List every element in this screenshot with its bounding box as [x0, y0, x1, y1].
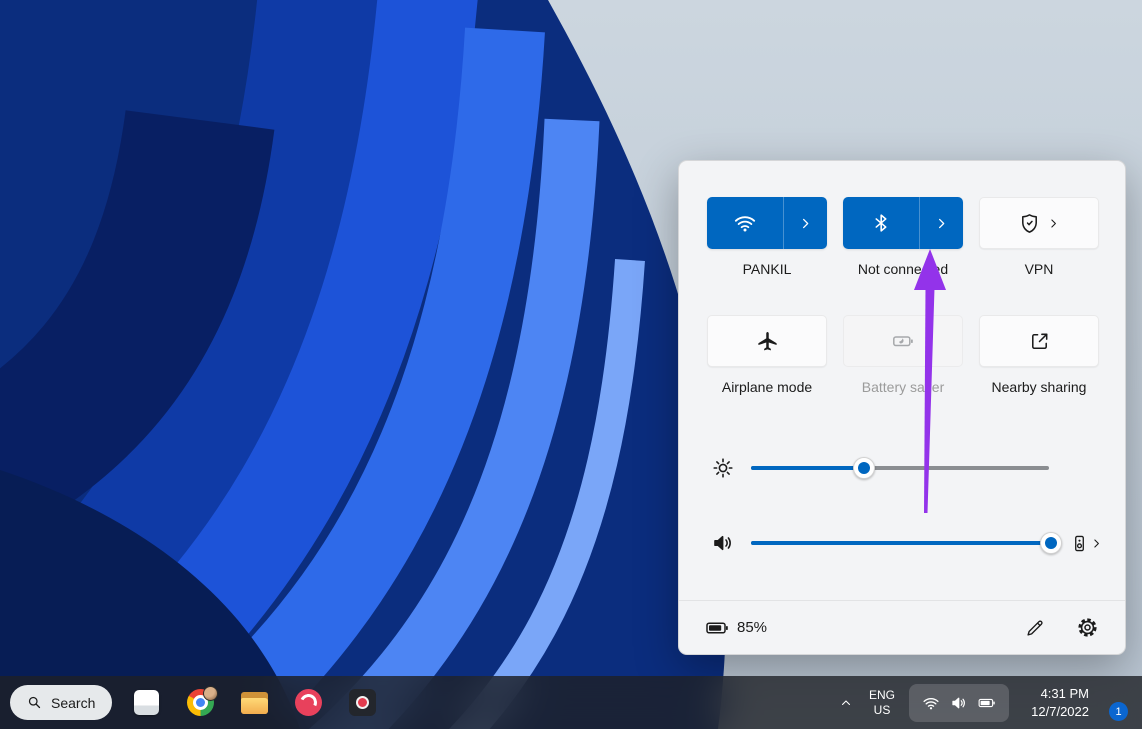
- quick-settings-tray-button[interactable]: [909, 683, 1009, 722]
- bluetooth-expand-button[interactable]: [919, 197, 963, 249]
- volume-slider-thumb[interactable]: [1039, 532, 1062, 554]
- quick-settings-footer: 85%: [679, 600, 1125, 654]
- search-box[interactable]: Search: [10, 685, 113, 720]
- brightness-slider-fill: [751, 466, 865, 470]
- profile-avatar: [203, 685, 219, 701]
- tray-clock[interactable]: 4:31 PM 12/7/2022: [1015, 685, 1093, 720]
- nearby-sharing-label: Nearby sharing: [991, 379, 1087, 395]
- language-indicator[interactable]: ENG US: [861, 688, 903, 718]
- brightness-slider[interactable]: [751, 457, 1049, 479]
- airplane-mode-tile: Airplane mode: [707, 315, 827, 395]
- brightness-row: [711, 456, 1049, 480]
- system-tray: ENG US 4:31 PM 12/7/2022 1: [831, 676, 1142, 729]
- battery-status: 85%: [705, 616, 767, 640]
- battery-saver-icon: [891, 329, 915, 353]
- vpn-tile: VPN: [979, 197, 1099, 277]
- volume-icon: [711, 531, 735, 555]
- search-icon: [27, 695, 42, 710]
- battery-saver-label: Battery saver: [861, 379, 945, 395]
- language-line2: US: [873, 702, 891, 717]
- volume-slider-fill: [751, 541, 1051, 545]
- chevron-right-icon: [934, 216, 949, 231]
- battery-saver-tile: Battery saver: [843, 315, 963, 395]
- pencil-icon: [1024, 617, 1046, 639]
- language-line1: ENG: [868, 687, 895, 702]
- wifi-tray-icon: [922, 694, 940, 712]
- chevron-up-icon: [839, 696, 853, 710]
- chrome-app-icon[interactable]: [180, 683, 220, 723]
- brightness-icon: [711, 456, 735, 480]
- bluetooth-icon: [870, 212, 892, 234]
- chevron-right-icon: [1047, 217, 1060, 230]
- red-app-icon[interactable]: [288, 683, 328, 723]
- vpn-label: VPN: [1024, 261, 1054, 277]
- taskbar: Search ENG US 4:31 PM 12/7/2022 1: [0, 676, 1142, 729]
- notification-badge[interactable]: 1: [1109, 702, 1128, 721]
- show-hidden-icons-button[interactable]: [831, 696, 861, 710]
- notification-count: 1: [1115, 705, 1122, 718]
- shield-icon: [1018, 212, 1041, 235]
- tray-date: 12/7/2022: [1031, 703, 1089, 719]
- bluetooth-tile: Not connected: [843, 197, 963, 277]
- chevron-right-icon: [798, 216, 813, 231]
- battery-icon: [705, 616, 729, 640]
- battery-tray-icon: [978, 694, 996, 712]
- wifi-toggle-button[interactable]: [707, 197, 783, 249]
- file-explorer-app-icon[interactable]: [234, 683, 274, 723]
- chevron-right-icon: [1090, 537, 1103, 550]
- share-icon: [1028, 330, 1051, 353]
- volume-slider[interactable]: [751, 532, 1062, 554]
- app-window-icon[interactable]: [126, 683, 166, 723]
- bluetooth-toggle-button[interactable]: [843, 197, 919, 249]
- taskbar-apps: [126, 683, 382, 723]
- wifi-tile: PANKIL: [707, 197, 827, 277]
- wifi-expand-button[interactable]: [783, 197, 827, 249]
- vpn-button[interactable]: [979, 197, 1099, 249]
- tray-time: 4:31 PM: [1040, 685, 1089, 701]
- gear-icon: [1076, 616, 1099, 639]
- battery-percent: 85%: [737, 619, 768, 636]
- settings-button[interactable]: [1076, 616, 1099, 639]
- audio-output-picker-button[interactable]: [1072, 535, 1103, 552]
- bluetooth-label: Not connected: [857, 261, 949, 277]
- quick-settings-panel: PANKIL Not connected VPN Airplane mode B…: [678, 160, 1126, 655]
- nearby-sharing-button[interactable]: [979, 315, 1099, 367]
- brightness-slider-thumb[interactable]: [853, 457, 876, 479]
- airplane-mode-label: Airplane mode: [721, 379, 813, 395]
- battery-saver-button: [843, 315, 963, 367]
- audio-output-icon: [1072, 535, 1087, 552]
- wifi-label: PANKIL: [742, 261, 792, 277]
- airplane-mode-button[interactable]: [707, 315, 827, 367]
- wifi-icon: [733, 211, 757, 235]
- nearby-sharing-tile: Nearby sharing: [979, 315, 1099, 395]
- volume-row: [711, 531, 1103, 555]
- search-label: Search: [51, 694, 96, 711]
- edit-quick-settings-button[interactable]: [1024, 617, 1046, 639]
- airplane-icon: [756, 330, 779, 353]
- dark-app-icon[interactable]: [342, 683, 382, 723]
- quick-settings-tiles: PANKIL Not connected VPN Airplane mode B…: [707, 197, 1099, 395]
- volume-tray-icon: [950, 694, 968, 712]
- screen: PANKIL Not connected VPN Airplane mode B…: [0, 0, 1142, 729]
